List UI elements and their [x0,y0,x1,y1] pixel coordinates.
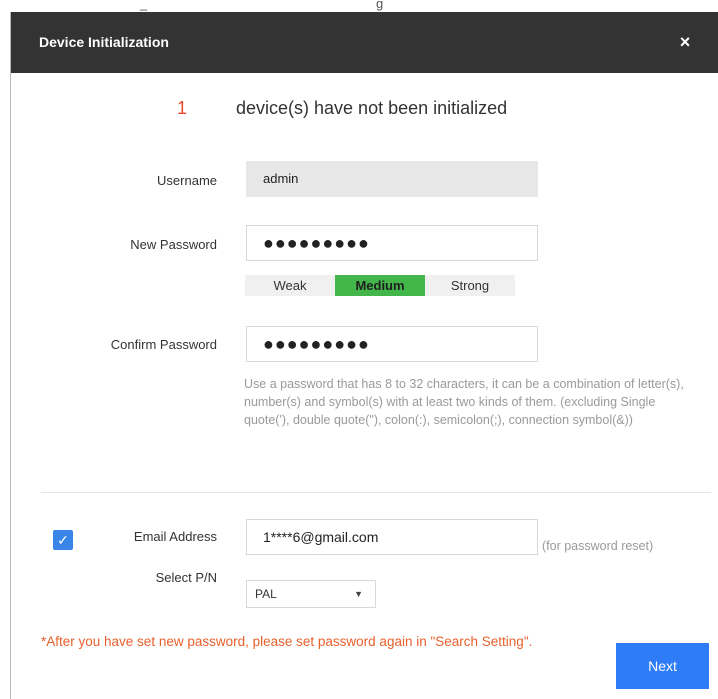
dialog-title: Device Initialization [39,34,169,50]
email-checkbox[interactable]: ✓ [53,530,73,550]
close-icon[interactable]: × [675,32,695,52]
pn-select[interactable]: PAL ▼ [246,580,376,608]
strength-weak: Weak [273,278,307,293]
device-initialization-dialog: Device Initialization × 1 device(s) have… [10,12,718,699]
dialog-titlebar: Device Initialization × [11,12,718,73]
uninitialized-count: 1 [177,98,188,118]
password-warning: *After you have set new password, please… [41,634,533,649]
strength-medium: Medium [335,275,425,296]
username-field: admin [246,161,538,197]
chevron-down-icon: ▼ [354,589,363,599]
email-label: Email Address [133,529,217,544]
password-hint: Use a password that has 8 to 32 characte… [244,377,684,427]
pn-selected-value: PAL [255,587,277,601]
background-text-fragment: _ [140,0,149,11]
background-text-fragment: g [376,0,385,11]
username-label: Username [157,173,217,188]
email-field[interactable]: 1****6@gmail.com [246,519,538,555]
password-reset-note: (for password reset) [542,539,654,553]
strength-strong: Strong [450,278,490,293]
new-password-label: New Password [130,237,217,252]
confirm-password-label: Confirm Password [110,337,217,352]
new-password-field[interactable]: ●●●●●●●●● [246,225,538,261]
pn-label: Select P/N [155,570,217,585]
next-button[interactable]: Next [616,643,709,689]
uninitialized-message: device(s) have not been initialized [236,98,508,118]
confirm-password-field[interactable]: ●●●●●●●●● [246,326,538,362]
password-strength-meter: Weak Medium Strong [245,275,515,296]
section-divider [41,492,711,493]
